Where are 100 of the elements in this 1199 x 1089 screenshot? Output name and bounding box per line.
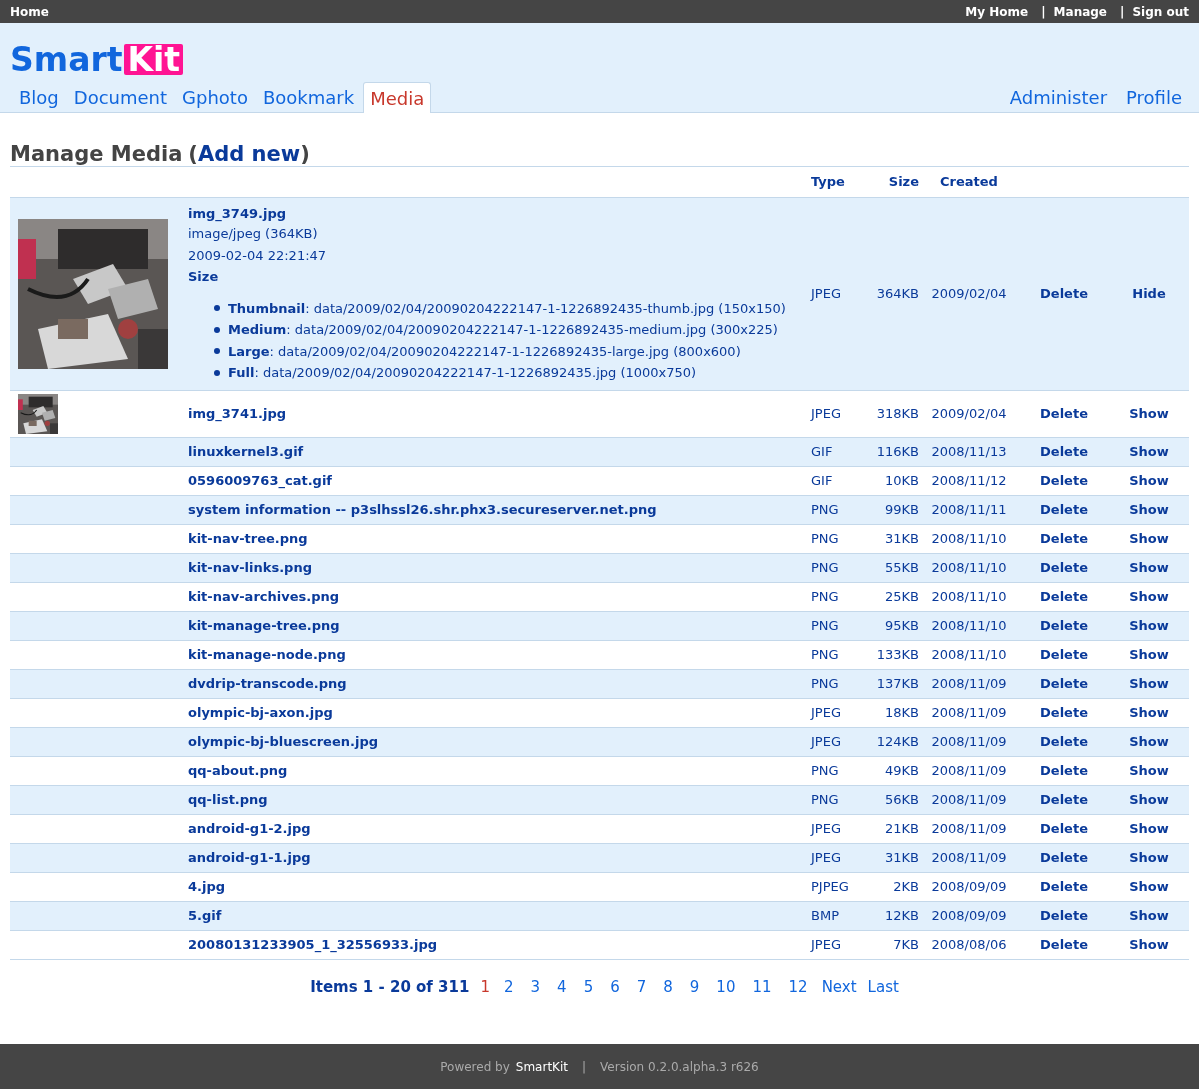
toggle-link[interactable]: Show bbox=[1129, 588, 1169, 604]
toggle-link[interactable]: Show bbox=[1129, 472, 1169, 488]
size-text: 56KB bbox=[885, 791, 919, 807]
nav-tab[interactable]: Bookmark bbox=[256, 82, 361, 112]
page-link[interactable]: 5 bbox=[580, 975, 597, 998]
toggle-link[interactable]: Show bbox=[1129, 443, 1169, 459]
page-link[interactable]: 6 bbox=[607, 975, 623, 998]
type-text: PNG bbox=[811, 559, 839, 575]
delete-link[interactable]: Delete bbox=[1040, 588, 1088, 604]
nav-tab[interactable]: Blog bbox=[13, 82, 65, 112]
nav-link[interactable]: Administer bbox=[1009, 82, 1108, 112]
date-text: 2008/11/09 bbox=[931, 849, 1007, 865]
toggle-link[interactable]: Show bbox=[1129, 405, 1169, 421]
delete-link[interactable]: Delete bbox=[1040, 646, 1088, 662]
file-link[interactable]: 5.gif bbox=[188, 907, 222, 923]
file-link[interactable]: kit-nav-tree.png bbox=[188, 530, 308, 546]
file-link[interactable]: img_3741.jpg bbox=[188, 405, 286, 421]
toggle-link[interactable]: Show bbox=[1129, 907, 1169, 923]
size-text: 7KB bbox=[893, 936, 919, 952]
toggle-link[interactable]: Show bbox=[1129, 646, 1169, 662]
toggle-link[interactable]: Show bbox=[1129, 559, 1169, 575]
page-link[interactable]: 12 bbox=[785, 975, 811, 998]
toggle-link[interactable]: Show bbox=[1129, 704, 1169, 720]
top-link[interactable]: Sign out bbox=[1132, 2, 1189, 21]
page-link[interactable]: 9 bbox=[686, 975, 703, 998]
toggle-link[interactable]: Show bbox=[1129, 617, 1169, 633]
delete-link[interactable]: Delete bbox=[1040, 405, 1088, 421]
file-link[interactable]: 20080131233905_1_32556933.jpg bbox=[188, 936, 438, 952]
type-text: JPEG bbox=[811, 936, 841, 952]
file-link[interactable]: 4.jpg bbox=[188, 878, 226, 894]
delete-link[interactable]: Delete bbox=[1040, 733, 1088, 749]
type-text: GIF bbox=[811, 472, 833, 488]
toggle-link[interactable]: Hide bbox=[1132, 285, 1166, 301]
delete-link[interactable]: Delete bbox=[1040, 878, 1088, 894]
date-text: 2008/11/10 bbox=[931, 559, 1007, 575]
separator: | bbox=[582, 1058, 587, 1076]
file-link[interactable]: kit-manage-tree.png bbox=[188, 617, 340, 633]
size-text: 21KB bbox=[885, 820, 919, 836]
toggle-link[interactable]: Show bbox=[1129, 675, 1169, 691]
file-link[interactable]: linuxkernel3.gif bbox=[188, 443, 304, 459]
last-link[interactable]: Last bbox=[867, 975, 899, 998]
page-link[interactable]: 7 bbox=[633, 975, 650, 998]
delete-link[interactable]: Delete bbox=[1040, 907, 1088, 923]
page-link[interactable]: 11 bbox=[749, 975, 775, 998]
toggle-link[interactable]: Show bbox=[1129, 936, 1169, 952]
add-new-link[interactable]: Add new bbox=[197, 142, 301, 166]
delete-link[interactable]: Delete bbox=[1040, 443, 1088, 459]
next-link[interactable]: Next bbox=[821, 975, 857, 998]
file-link[interactable]: android-g1-1.jpg bbox=[188, 849, 311, 865]
page-link[interactable]: 3 bbox=[527, 975, 544, 998]
toggle-link[interactable]: Show bbox=[1129, 849, 1169, 865]
file-link[interactable]: 0596009763_cat.gif bbox=[188, 472, 332, 488]
toggle-link[interactable]: Show bbox=[1129, 501, 1169, 517]
type-text: JPEG bbox=[811, 704, 841, 720]
size-text: 124KB bbox=[876, 733, 919, 749]
delete-link[interactable]: Delete bbox=[1040, 791, 1088, 807]
delete-link[interactable]: Delete bbox=[1040, 501, 1088, 517]
file-link[interactable]: olympic-bj-axon.jpg bbox=[188, 704, 333, 720]
file-link[interactable]: android-g1-2.jpg bbox=[188, 820, 311, 836]
top-link[interactable]: My Home bbox=[965, 2, 1029, 21]
nav-tab[interactable]: Gphoto bbox=[176, 82, 254, 112]
delete-link[interactable]: Delete bbox=[1040, 849, 1088, 865]
delete-link[interactable]: Delete bbox=[1040, 530, 1088, 546]
delete-link[interactable]: Delete bbox=[1040, 559, 1088, 575]
file-link[interactable]: dvdrip-transcode.png bbox=[188, 675, 347, 691]
file-link[interactable]: img_3749.jpg bbox=[188, 205, 286, 221]
file-link[interactable]: kit-manage-node.png bbox=[188, 646, 346, 662]
toggle-link[interactable]: Show bbox=[1129, 878, 1169, 894]
page-link[interactable]: 4 bbox=[554, 975, 570, 998]
file-link[interactable]: qq-about.png bbox=[188, 762, 288, 778]
delete-link[interactable]: Delete bbox=[1040, 820, 1088, 836]
nav-link[interactable]: Profile bbox=[1126, 82, 1182, 112]
size-label: Size bbox=[188, 268, 219, 286]
toggle-link[interactable]: Show bbox=[1129, 791, 1169, 807]
file-link[interactable]: olympic-bj-bluescreen.jpg bbox=[188, 733, 378, 749]
toggle-link[interactable]: Show bbox=[1129, 733, 1169, 749]
delete-link[interactable]: Delete bbox=[1040, 936, 1088, 952]
page-link[interactable]: 8 bbox=[660, 975, 676, 998]
home-link[interactable]: Home bbox=[10, 2, 49, 21]
delete-link[interactable]: Delete bbox=[1040, 617, 1088, 633]
page-link[interactable]: 2 bbox=[501, 975, 517, 998]
version-text: Version 0.2.0.alpha.3 r626 bbox=[600, 1058, 759, 1076]
file-link[interactable]: kit-nav-links.png bbox=[188, 559, 312, 575]
delete-link[interactable]: Delete bbox=[1040, 762, 1088, 778]
page-link[interactable]: 10 bbox=[713, 975, 739, 998]
file-link[interactable]: qq-list.png bbox=[188, 791, 268, 807]
delete-link[interactable]: Delete bbox=[1040, 285, 1088, 301]
delete-link[interactable]: Delete bbox=[1040, 704, 1088, 720]
toggle-link[interactable]: Show bbox=[1129, 530, 1169, 546]
file-link[interactable]: system information -- p3slhssl26.shr.phx3.secureserver.net.png bbox=[188, 501, 657, 517]
file-link[interactable]: kit-nav-archives.png bbox=[188, 588, 340, 604]
delete-link[interactable]: Delete bbox=[1040, 472, 1088, 488]
brand-link[interactable]: SmartKit bbox=[515, 1057, 569, 1076]
nav-tab[interactable]: Document bbox=[67, 82, 174, 112]
delete-link[interactable]: Delete bbox=[1040, 675, 1088, 691]
nav-tab[interactable]: Media bbox=[363, 82, 432, 113]
toggle-link[interactable]: Show bbox=[1129, 762, 1169, 778]
toggle-link[interactable]: Show bbox=[1129, 820, 1169, 836]
top-link[interactable]: Manage bbox=[1053, 2, 1107, 21]
page-link[interactable]: 1 bbox=[480, 975, 490, 998]
